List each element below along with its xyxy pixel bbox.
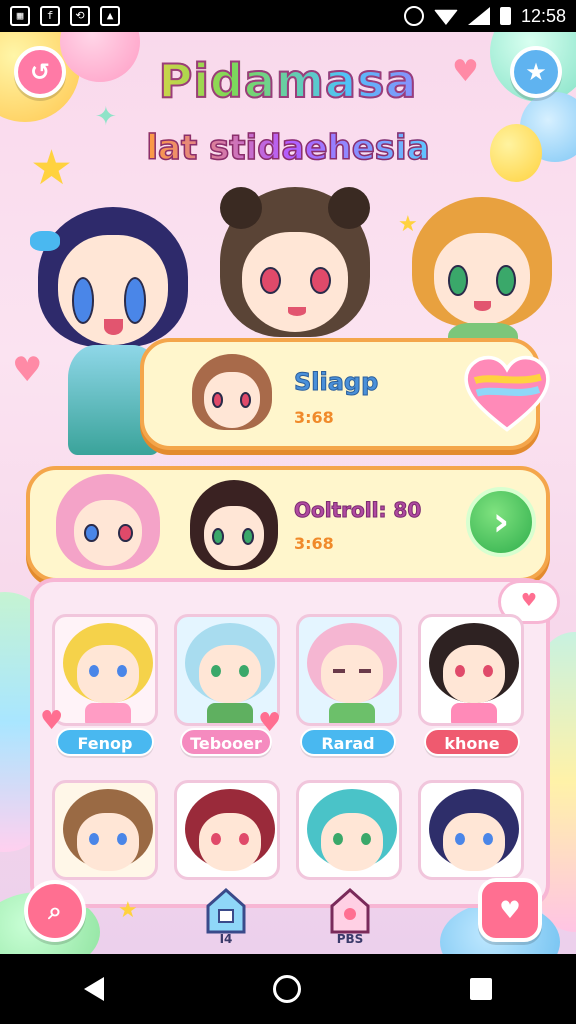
sparkle-icon: ✦ <box>95 102 117 132</box>
image-icon: ▲ <box>100 6 120 26</box>
card-2-name: Ooltroll: 80 <box>293 498 422 523</box>
heart-icon: ♥ <box>499 896 521 924</box>
photo-icon: ▦ <box>10 6 30 26</box>
star-decoration-icon: ★ <box>30 140 74 196</box>
balloon-decoration-icon <box>490 124 542 182</box>
game-screen: ↺ ★ Pidamasa lat stidaehesia ★ ♥ ✦ ★ ♥ <box>0 32 576 954</box>
chevron-right-icon: › <box>492 499 510 545</box>
play-button[interactable]: › <box>466 487 536 557</box>
character-tile-dark-hair[interactable] <box>418 614 524 726</box>
search-icon: ⌕ <box>48 897 62 925</box>
character-tile-pink-hair[interactable] <box>296 614 402 726</box>
character-tile-red-hair[interactable] <box>174 780 280 880</box>
bow-icon <box>30 231 60 251</box>
character-tile-blonde[interactable] <box>52 614 158 726</box>
character-tag-3[interactable]: Rarad <box>300 728 396 756</box>
nav-profile-button[interactable] <box>328 886 372 938</box>
heart-decoration-icon: ♥ <box>258 708 282 738</box>
character-tile-brown-bear[interactable] <box>52 780 158 880</box>
nav-home-button[interactable] <box>204 886 248 938</box>
card-2-score: 3:68 <box>294 534 334 553</box>
profile-house-icon <box>330 887 370 934</box>
heart-decoration-icon: ♥ <box>452 54 479 89</box>
search-button[interactable]: ⌕ <box>24 880 86 942</box>
character-tag-4[interactable]: khone <box>424 728 520 756</box>
game-title: Pidamasa <box>0 53 576 109</box>
wifi-icon <box>433 9 458 25</box>
status-time: 12:58 <box>520 5 566 26</box>
character-brown-bear-girl[interactable] <box>220 187 370 337</box>
nav-profile-label: PBS <box>336 932 364 946</box>
nav-recents-icon[interactable] <box>469 978 492 1000</box>
card-1-avatar <box>192 354 272 442</box>
nav-back-icon[interactable] <box>84 977 105 1001</box>
favorite-heart-button[interactable]: ♥ <box>478 878 542 942</box>
character-tile-navy-hair[interactable] <box>418 780 524 880</box>
card-2-avatar-dark <box>190 480 278 576</box>
star-decoration-icon: ★ <box>118 898 138 923</box>
facebook-icon: f <box>40 6 60 26</box>
house-icon <box>206 887 246 934</box>
nav-home-icon[interactable] <box>272 975 301 1003</box>
alarm-icon <box>403 6 424 26</box>
notification-icons: ▦ f ⟲ ▲ <box>10 6 120 26</box>
card-1-score: 3:68 <box>294 408 334 427</box>
character-tile-teal-hair[interactable] <box>296 780 402 880</box>
status-bar: ▦ f ⟲ ▲ 12:58 <box>0 0 576 32</box>
nav-home-label: I4 <box>219 932 233 946</box>
signal-icon <box>467 7 490 25</box>
android-nav-bar <box>0 954 576 1024</box>
heart-decoration-icon: ♥ <box>40 706 64 736</box>
character-tag-1[interactable]: Fenop <box>56 728 154 756</box>
battery-icon <box>499 7 511 25</box>
heart-button[interactable] <box>462 354 552 434</box>
card-2-avatar-pink <box>56 474 160 574</box>
sync-icon: ⟲ <box>70 6 90 26</box>
card-1-name: Sliagp <box>293 368 379 397</box>
